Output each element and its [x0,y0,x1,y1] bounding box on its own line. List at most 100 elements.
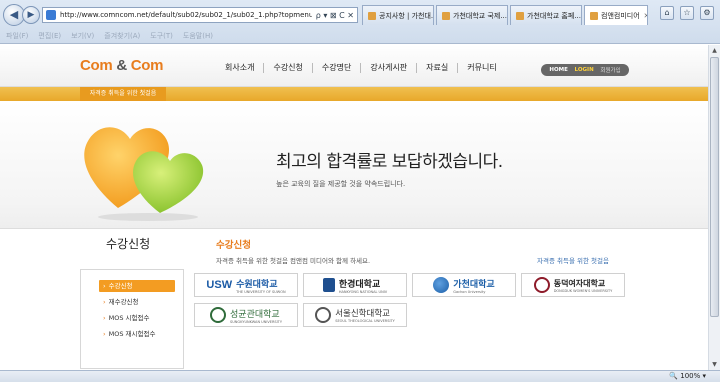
menu-edit[interactable]: 편집(E) [38,30,61,43]
tab-favicon-icon [368,11,376,20]
university-dongduk[interactable]: 동덕여자대학교 DONGDUK WOMEN'S UNIVERSITY [521,273,625,297]
site-favicon-icon [46,10,56,20]
vertical-scrollbar[interactable]: ▲ ▼ [708,45,720,370]
logo-part2: Com [130,57,164,74]
site-logo[interactable]: Com & Com [80,57,163,74]
nav-company[interactable]: 회사소개 [216,63,263,73]
sidebar-title: 수강신청 [106,237,151,251]
sidebar-item-enroll[interactable]: › 수강신청 [99,280,175,292]
university-name: 서울신학대학교 [335,309,390,319]
scroll-thumb[interactable] [710,57,719,317]
sidebar-item-label: 수강신청 [108,282,133,290]
university-sub: SEOUL THEOLOGICAL UNIVERSITY [335,319,395,323]
university-sub: THE UNIVERSITY OF SUWON [236,289,286,294]
university-sub: HANKYONG NATIONAL UNIV [338,289,388,294]
section-title: 수강신청 [216,240,251,251]
forward-button[interactable]: ▶ [22,6,40,24]
tab-comncom[interactable]: 컴앤컴미디어 ✕ [584,5,648,25]
zoom-value: 100% [680,372,701,380]
nav-roster[interactable]: 수강명단 [311,63,360,73]
tab-notice[interactable]: 공지사항 | 가천대... [362,5,434,25]
nav-enroll[interactable]: 수강신청 [263,63,311,73]
favorites-star-icon[interactable]: ☆ [680,6,694,20]
menu-file[interactable]: 파일(F) [6,30,28,43]
scroll-down-icon[interactable]: ▼ [710,360,719,369]
bullet-icon: › [103,298,106,306]
address-url[interactable]: http://www.comncom.net/default/sub02/sub… [60,11,312,19]
close-tab-icon[interactable]: ✕ [644,12,647,20]
sidebar-item-label: MOS 시험접수 [108,314,150,322]
main-nav: 회사소개 수강신청 수강명단 강사게시판 자료실 커뮤니티 [216,63,506,73]
sidebar-item-mos-reexam[interactable]: › MOS 재시험접수 [99,328,175,340]
sidebar-item-label: MOS 재시험접수 [108,330,156,338]
tab-label: 공지사항 | 가천대... [379,11,434,20]
usw-logo-text: USW [206,279,233,291]
university-name-block: 수원대학교 THE UNIVERSITY OF SUWON [236,277,285,294]
section-description: 자격증 취득을 위한 첫걸음 컴앤컴 미디어와 함께 하세요. [216,257,371,265]
hero-subtitle: 높은 교육의 질을 제공할 것을 약속드립니다. [276,180,406,188]
nav-instructor-board[interactable]: 강사게시판 [360,63,416,73]
university-name-block: 동덕여자대학교 DONGDUK WOMEN'S UNIVERSITY [554,278,613,293]
address-controls[interactable]: ρ ▾ ⊠ C ✕ [316,11,354,20]
university-seoul-theological[interactable]: 서울신학대학교 SEOUL THEOLOGICAL UNIVERSITY [303,303,407,327]
bullet-icon: › [103,314,106,322]
university-name: 성균관대학교 [230,309,280,320]
menu-bar: 파일(F) 편집(E) 보기(V) 즐겨찾기(A) 도구(T) 도움말(H) [0,30,213,43]
tab-label: 가천대학교 국제... [453,11,507,20]
university-name: 한경대학교 [338,279,381,290]
gear-icon[interactable]: ⚙ [700,6,714,20]
browser-tabs: 공지사항 | 가천대... 가천대학교 국제... 가천대학교 홈페... 컴앤… [362,5,650,25]
address-bar[interactable]: http://www.comncom.net/default/sub02/sub… [42,7,358,23]
home-icon[interactable]: ⌂ [660,6,674,20]
university-name-block: 서울신학대학교 SEOUL THEOLOGICAL UNIVERSITY [335,307,395,323]
nav-community[interactable]: 커뮤니티 [457,63,505,73]
sidebar-item-mos-exam[interactable]: › MOS 시험접수 [99,312,175,324]
university-sub: DONGDUK WOMEN'S UNIVERSITY [553,288,613,293]
section-link[interactable]: 자격증 취득을 위한 첫걸음 [537,255,609,265]
zoom-level[interactable]: 🔍 100% ▾ [669,372,706,380]
hero-title: 최고의 합격률로 보답하겠습니다. [276,152,503,172]
menu-view[interactable]: 보기(V) [71,30,94,43]
web-page: Com & Com 회사소개 수강신청 수강명단 강사게시판 자료실 커뮤니티 … [0,45,708,370]
util-menu: HOME LOGIN 회원가입 [541,64,629,76]
university-hankyong[interactable]: 한경대학교 HANKYONG NATIONAL UNIV [303,273,407,297]
university-name: 동덕여자대학교 [553,278,606,288]
subbar-label: 자격증 취득을 위한 첫걸음 [80,87,166,101]
nav-resources[interactable]: 자료실 [416,63,457,73]
university-name-block: 가천대학교 Gachon University [453,277,494,294]
menu-help[interactable]: 도움말(H) [183,30,213,43]
university-suwon[interactable]: USW 수원대학교 THE UNIVERSITY OF SUWON [194,273,298,297]
sidebar-item-reenroll[interactable]: › 재수강신청 [99,296,175,308]
login-link[interactable]: LOGIN [575,67,594,73]
sub-bar: 자격증 취득을 위한 첫걸음 [0,87,708,101]
logo-amp: & [116,57,127,74]
logo-part1: Com [80,57,113,74]
university-sub: SUNGKYUNKWAN UNIVERSITY [230,319,282,324]
tab-favicon-icon [516,11,524,20]
skku-emblem-icon [210,307,227,323]
university-gachon[interactable]: 가천대학교 Gachon University [412,273,516,297]
tab-label: 가천대학교 홈페... [527,11,581,20]
browser-toolbar-icons: ⌂ ☆ ⚙ [660,6,714,20]
join-link[interactable]: 회원가입 [600,66,620,74]
bullet-icon: › [103,330,106,338]
menu-favorites[interactable]: 즐겨찾기(A) [104,30,140,43]
university-sungkyunkwan[interactable]: 성균관대학교 SUNGKYUNKWAN UNIVERSITY [194,303,298,327]
tab-international[interactable]: 가천대학교 국제... [436,5,508,25]
dongduk-emblem-icon [533,277,550,293]
university-name: 가천대학교 [453,279,495,290]
hero-banner: 최고의 합격률로 보답하겠습니다. 높은 교육의 질을 제공할 것을 약속드립니… [0,101,708,229]
tab-label: 컴앤컴미디어 [601,11,640,20]
tab-favicon-icon [590,11,598,20]
university-sub: Gachon University [453,289,486,294]
tab-homepage[interactable]: 가천대학교 홈페... [510,5,582,25]
hearts-image [84,127,204,221]
hankyong-emblem-icon [322,278,335,292]
sidebar-menu: › 수강신청 › 재수강신청 › MOS 시험접수 › MOS 재시험접수 [80,269,184,369]
menu-tools[interactable]: 도구(T) [150,30,173,43]
home-link[interactable]: HOME [549,67,568,73]
scroll-up-icon[interactable]: ▲ [710,46,719,55]
gachon-emblem-icon [433,277,450,293]
university-name-block: 성균관대학교 SUNGKYUNKWAN UNIVERSITY [230,307,282,324]
site-header: Com & Com 회사소개 수강신청 수강명단 강사게시판 자료실 커뮤니티 … [0,45,708,87]
